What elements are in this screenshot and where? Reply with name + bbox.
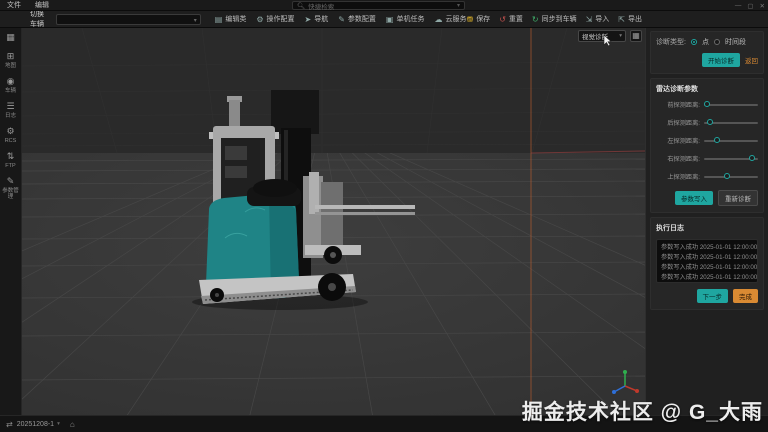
window-close-button[interactable]: ✕ [760,2,765,10]
toolbar-navigation-button[interactable]: ➤ 导航 [305,14,329,24]
3d-viewport[interactable]: 视觉诊断 ▾ ▦ [22,28,645,415]
diagnosis-type-card: 诊断类型: 点 时间段 开始诊断 返回 [650,31,764,74]
toolbar-edit-class-button[interactable]: ▤ 编辑类 [215,14,247,24]
sync-to-vehicle-button[interactable]: ↻ 同步到车辆 [532,14,577,24]
sync-icon: ↻ [531,14,539,24]
toolbar-cloud-service-button[interactable]: ☁ 云服务 [434,14,466,24]
vehicle-icon: ◉ [6,76,15,86]
toolbar-operation-config-button[interactable]: ⚙ 操作配置 [256,14,294,24]
map-icon: ⊞ [6,51,15,61]
slider-rear: 后探测距离: [656,118,758,127]
edit-icon: ✎ [338,14,345,24]
export-icon: ⇱ [618,14,625,24]
ftp-icon: ⇅ [6,151,15,161]
import-icon: ⇲ [585,14,593,24]
reset-icon: ↺ [499,14,506,24]
switch-vehicle-label: 切换车辆 [30,11,44,28]
write-params-button[interactable]: 参数写入 [675,191,713,205]
toolbar-single-task-button[interactable]: ▣ 单机任务 [386,14,425,24]
chevron-down-icon: ▾ [57,421,60,427]
search-placeholder: 快捷检索 [308,3,335,11]
watermark-text: 掘金技术社区 @ G_大雨 [521,401,763,424]
gear-icon: ⚙ [256,14,264,24]
left-sidebar: ▦ ⊞ 地图 ◉ 车辆 ☰ 日志 ⚙ RCS ⇅ FTP ✎ 参数管理 [0,28,22,415]
mouse-cursor [603,35,612,47]
slider-handle[interactable] [748,154,755,161]
slider-up: 上探测距离: [656,172,758,181]
diagnosis-type-label: 诊断类型: [656,39,686,46]
vehicle-select[interactable]: ▾ [56,13,201,25]
search-icon: 🔍︎ [297,2,306,10]
radar-params-title: 雷达诊断参数 [656,86,698,93]
chevron-down-icon: ▾ [193,17,197,24]
quick-search-input[interactable]: 🔍︎ 快捷检索 ▾ [292,1,465,11]
axis-gizmo [612,370,639,394]
execution-log-card: 执行日志 参数写入成功 2025-01-01 12:00:00 参数写入成功 2… [650,217,764,310]
viewport-grid-button[interactable]: ▦ [630,30,642,42]
log-entry: 参数写入成功 2025-01-01 12:00:00 [661,274,758,281]
forklift-model[interactable] [185,88,420,313]
menu-file[interactable]: 文件 [0,0,28,10]
save-button[interactable]: ⛃ 保存 [466,14,490,24]
save-icon: ⛃ [466,14,474,24]
rediagnose-button[interactable]: 重新诊断 [718,190,758,206]
menu-bar: 文件 编辑 🔍︎ 快捷检索 ▾ — ▢ ✕ [0,0,768,11]
toolbar-parameter-config-button[interactable]: ✎ 参数配置 [338,14,376,24]
sidebar-item-logs[interactable]: ☰ 日志 [0,101,22,119]
viewport-mode-select[interactable]: 视觉诊断 ▾ [578,30,626,42]
log-list: 参数写入成功 2025-01-01 12:00:00 参数写入成功 2025-0… [656,239,758,283]
current-map-selector[interactable]: 20251208-1 [17,421,54,428]
list-icon: ▤ [214,14,223,24]
start-diagnosis-button[interactable]: 开始诊断 [702,53,740,67]
grid-icon: ▦ [6,32,15,42]
slider-handle[interactable] [723,172,730,179]
slider-handle[interactable] [704,100,711,107]
sidebar-item-vehicle[interactable]: ◉ 车辆 [0,76,22,94]
next-step-button[interactable]: 下一步 [696,289,728,303]
chevron-down-icon: ▾ [619,33,622,39]
log-entry: 参数写入成功 2025-01-01 12:00:00 [661,254,758,261]
slider-handle[interactable] [713,136,720,143]
finish-button[interactable]: 完成 [733,289,758,303]
export-button[interactable]: ⇱ 导出 [618,14,642,24]
execution-log-title: 执行日志 [656,225,684,232]
menu-edit[interactable]: 编辑 [28,0,56,10]
slider-right: 右探测距离: [656,154,758,163]
task-icon: ▣ [385,14,394,24]
document-icon: ✎ [6,176,15,186]
sidebar-item-ftp[interactable]: ⇅ FTP [0,151,22,169]
slider-handle[interactable] [707,118,714,125]
window-minimize-button[interactable]: — [735,2,742,9]
app-window: 文件 编辑 🔍︎ 快捷检索 ▾ — ▢ ✕ 切换车辆 ▾ ▤ 编辑类 ⚙ 操作配置 … [0,0,768,432]
chevron-down-icon: ▾ [456,3,460,9]
cloud-icon: ☁ [434,14,443,24]
radar-params-card: 雷达诊断参数 前探测距离: 后探测距离: 左探测距离: 右探测距离: 上探测距离… [650,78,764,213]
log-entry: 参数写入成功 2025-01-01 12:00:00 [661,264,758,271]
back-link[interactable]: 返回 [745,55,758,65]
window-maximize-button[interactable]: ▢ [747,2,753,10]
radio-time-range[interactable] [713,39,720,45]
visual-diagnosis-panel: ◎ 视觉诊断 ⊡✕ 诊断类型: 点 时间段 开始诊断 返回 雷达诊断参数 前探测… [645,11,768,415]
rcs-icon: ⚙ [6,126,15,136]
slider-left: 左探测距离: [656,136,758,145]
log-entry: 参数写入成功 2025-01-01 12:00:00 [661,244,758,251]
sidebar-item-parameter-management[interactable]: ✎ 参数管理 [0,176,22,200]
import-button[interactable]: ⇲ 导入 [586,14,610,24]
toolbar: 切换车辆 ▾ ▤ 编辑类 ⚙ 操作配置 ➤ 导航 ✎ 参数配置 ▣ 单机任务 ☁ 云服务 ⛃… [0,11,768,28]
swap-icon: ⇄ [6,419,13,429]
sidebar-item-rcs[interactable]: ⚙ RCS [0,126,22,144]
log-icon: ☰ [6,101,15,111]
sidebar-item-workspace[interactable]: ▦ [0,32,22,44]
radio-point[interactable] [690,39,697,45]
slider-front: 前探测距离: [656,100,758,109]
sidebar-item-map[interactable]: ⊞ 地图 [0,51,22,69]
navigation-icon: ➤ [304,14,312,24]
notification-icon[interactable]: ⌂ [70,420,75,429]
reset-button[interactable]: ↺ 重置 [499,14,523,24]
